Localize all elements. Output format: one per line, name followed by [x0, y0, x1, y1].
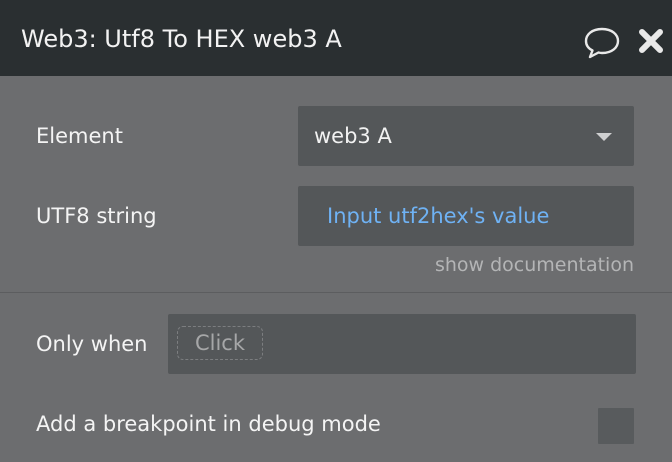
comment-icon[interactable]: [583, 24, 621, 60]
panel-header: Web3: Utf8 To HEX web3 A: [0, 0, 672, 76]
show-documentation-link[interactable]: show documentation: [435, 251, 634, 279]
breakpoint-checkbox[interactable]: [598, 408, 634, 444]
chevron-down-icon: [596, 133, 612, 141]
utf8-string-label: UTF8 string: [36, 204, 157, 228]
close-icon[interactable]: [638, 28, 664, 54]
element-dropdown-value: web3 A: [314, 124, 392, 148]
only-when-label: Only when: [36, 332, 148, 356]
only-when-condition-field[interactable]: Click: [168, 314, 636, 374]
element-label: Element: [36, 124, 123, 148]
section-divider: [0, 292, 672, 293]
utf8-string-input[interactable]: Input utf2hex's value: [298, 186, 634, 246]
click-placeholder[interactable]: Click: [177, 326, 263, 360]
panel-title: Web3: Utf8 To HEX web3 A: [21, 25, 342, 53]
utf8-string-dynamic-value[interactable]: Input utf2hex's value: [327, 201, 549, 231]
element-dropdown[interactable]: web3 A: [298, 106, 634, 166]
workflow-action-panel: Web3: Utf8 To HEX web3 A Element web3 A …: [0, 0, 672, 462]
breakpoint-label: Add a breakpoint in debug mode: [36, 412, 381, 436]
